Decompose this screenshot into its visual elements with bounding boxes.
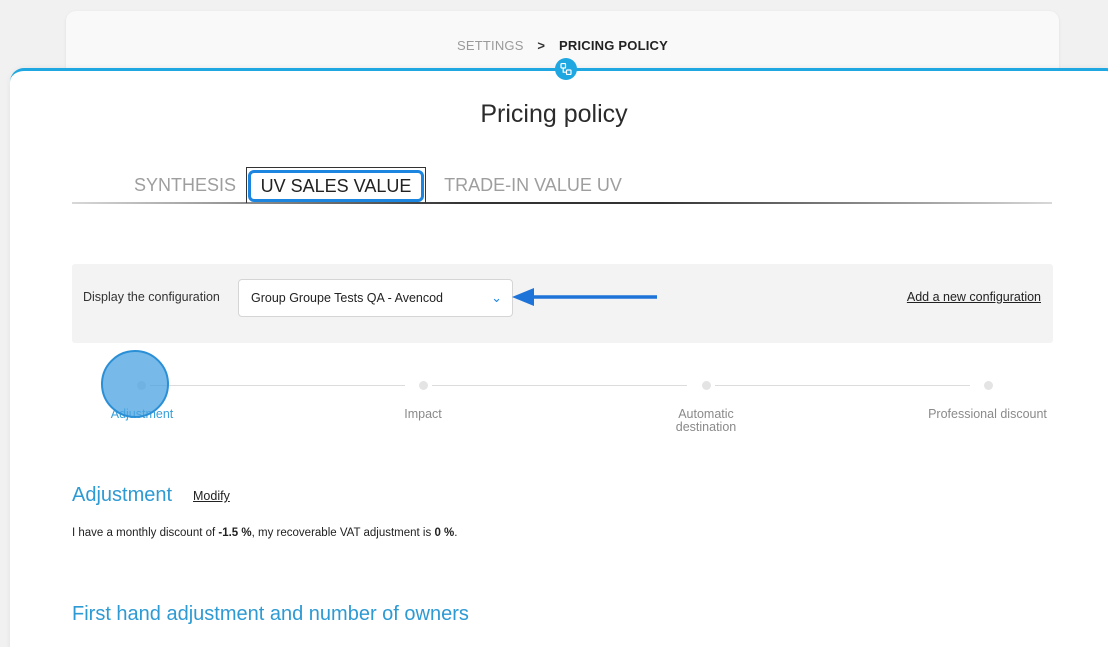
click-highlight-circle (101, 350, 169, 418)
step-dot-automatic-destination[interactable] (702, 381, 711, 390)
desc-middle: , my recoverable VAT adjustment is (251, 527, 435, 539)
tab-uv-sales-value-label: UV SALES VALUE (247, 169, 425, 202)
stepper: Adjustment Impact Automatic destination … (72, 350, 1053, 440)
step-dot-professional-discount[interactable] (984, 381, 993, 390)
adjustment-title: Adjustment (72, 484, 173, 506)
configuration-selected-value: Group Groupe Tests QA - Avencod (251, 291, 444, 305)
first-hand-adjustment-title: First hand adjustment and number of owne… (72, 603, 469, 625)
configuration-panel: Display the configuration Group Groupe T… (72, 264, 1053, 343)
modify-link[interactable]: Modify (193, 489, 230, 503)
main-card (10, 68, 1108, 647)
page-title: Pricing policy (480, 100, 628, 128)
desc-suffix: . (454, 527, 458, 539)
desc-prefix: I have a monthly discount of (72, 527, 219, 539)
breadcrumb-settings[interactable]: SETTINGS (457, 38, 524, 53)
breadcrumb-current: PRICING POLICY (559, 38, 668, 53)
step-connector (432, 385, 687, 386)
step-connector (150, 385, 405, 386)
tabs-underline (72, 202, 1052, 204)
tab-uv-sales-value[interactable]: UV SALES VALUE (246, 167, 426, 203)
breadcrumb: SETTINGS > PRICING POLICY (66, 38, 1059, 53)
step-label-automatic-destination[interactable]: Automatic destination (656, 408, 756, 434)
arrow-left-icon (512, 288, 657, 306)
step-label-line: destination (675, 420, 737, 434)
adjustment-description: I have a monthly discount of -1.5 %, my … (72, 527, 457, 539)
configuration-label: Display the configuration (83, 290, 220, 304)
pricing-policy-icon (555, 58, 577, 80)
step-label-line: Automatic (678, 407, 734, 421)
step-label-impact[interactable]: Impact (373, 408, 473, 421)
tab-synthesis[interactable]: SYNTHESIS (128, 167, 242, 203)
add-configuration-link[interactable]: Add a new configuration (907, 290, 1041, 304)
tab-bar: SYNTHESIS UV SALES VALUE TRADE-IN VALUE … (72, 167, 1052, 205)
step-connector (715, 385, 970, 386)
step-label-professional-discount[interactable]: Professional discount (922, 408, 1053, 421)
configuration-select[interactable]: Group Groupe Tests QA - Avencod ⌄ (238, 279, 513, 317)
chevron-down-icon[interactable]: ⌄ (491, 290, 502, 306)
discount-value: -1.5 % (218, 527, 252, 539)
tab-trade-in-value-uv[interactable]: TRADE-IN VALUE UV (440, 167, 626, 203)
vat-value: 0 % (434, 527, 455, 539)
step-dot-impact[interactable] (419, 381, 428, 390)
breadcrumb-separator: > (537, 38, 546, 53)
